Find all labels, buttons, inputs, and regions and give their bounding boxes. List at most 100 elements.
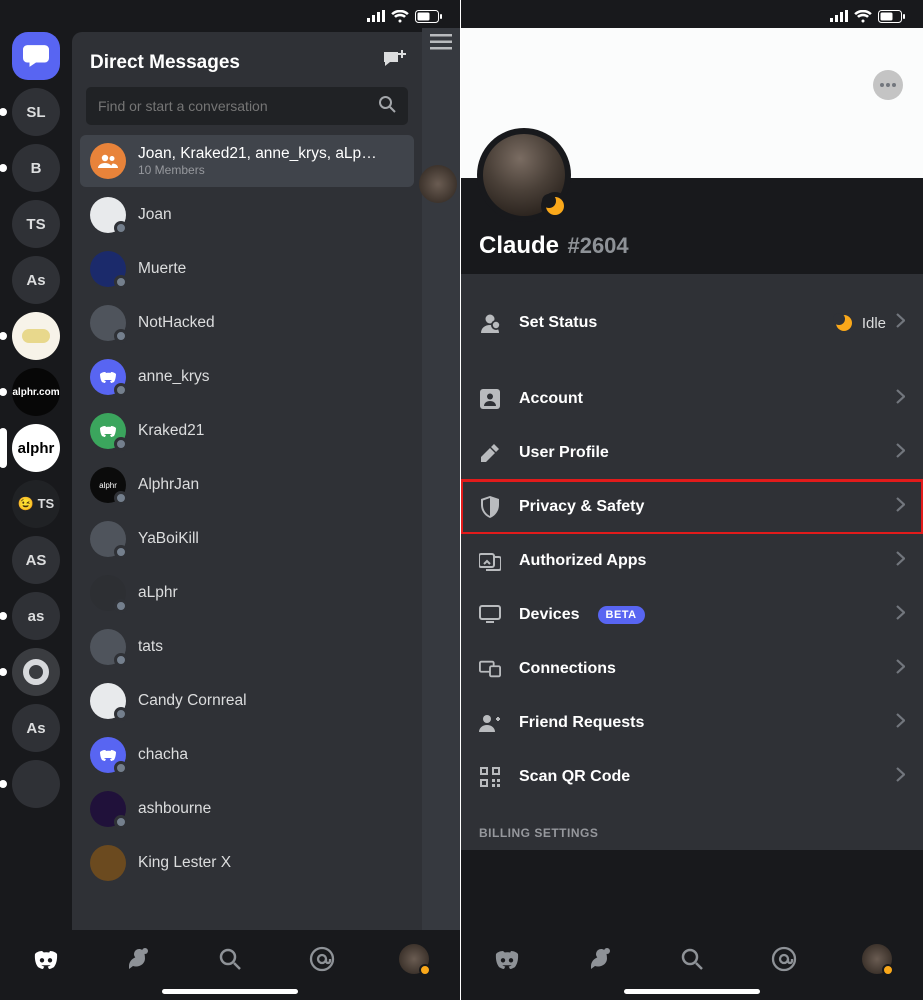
dm-row[interactable]: Joan bbox=[80, 189, 414, 241]
dm-row[interactable]: aLphr bbox=[80, 567, 414, 619]
status-bar bbox=[461, 0, 923, 28]
chevron-right-icon bbox=[896, 605, 905, 625]
screen-dm-list: SL B TS As alphr.com alphr 😉 TS AS as As… bbox=[0, 0, 461, 1000]
dm-row[interactable]: Candy Cornreal bbox=[80, 675, 414, 727]
nav-discord-icon[interactable] bbox=[24, 937, 68, 981]
username: Claude bbox=[479, 232, 559, 259]
dm-row[interactable]: ashbourne bbox=[80, 783, 414, 835]
search-icon bbox=[378, 95, 396, 118]
chevron-right-icon bbox=[896, 551, 905, 571]
user-avatar bbox=[90, 629, 126, 665]
dm-row[interactable]: Kraked21 bbox=[80, 405, 414, 457]
search-input[interactable] bbox=[98, 98, 368, 114]
nav-friends-icon[interactable] bbox=[116, 937, 160, 981]
apps-icon bbox=[479, 551, 501, 571]
monitor-icon bbox=[479, 605, 501, 625]
new-dm-icon[interactable] bbox=[382, 50, 406, 75]
dm-row[interactable]: King Lester X bbox=[80, 837, 414, 889]
privacy-safety-row[interactable]: Privacy & Safety bbox=[461, 480, 923, 534]
billing-section-title: BILLING SETTINGS bbox=[461, 804, 923, 850]
qr-icon bbox=[479, 767, 501, 787]
home-dm-button[interactable] bbox=[12, 32, 60, 80]
server-item[interactable]: 😉 TS bbox=[12, 480, 60, 528]
profile-avatar[interactable] bbox=[477, 128, 571, 222]
user-avatar bbox=[90, 521, 126, 557]
nav-search-icon[interactable] bbox=[208, 937, 252, 981]
chevron-right-icon bbox=[896, 767, 905, 787]
server-item[interactable] bbox=[12, 648, 60, 696]
user-avatar bbox=[90, 791, 126, 827]
server-item[interactable]: alphr bbox=[12, 424, 60, 472]
server-item[interactable]: B bbox=[12, 144, 60, 192]
server-item[interactable]: alphr.com bbox=[12, 368, 60, 416]
set-status-row[interactable]: Set Status Idle bbox=[461, 296, 923, 350]
dm-title: Direct Messages bbox=[90, 52, 240, 74]
status-idle-icon bbox=[541, 192, 569, 220]
dm-row[interactable]: Muerte bbox=[80, 243, 414, 295]
dm-panel: Direct Messages Joan, Kraked21, anne_kry… bbox=[72, 32, 422, 930]
account-row[interactable]: Account bbox=[461, 372, 923, 426]
authorized-apps-row[interactable]: Authorized Apps bbox=[461, 534, 923, 588]
scan-qr-row[interactable]: Scan QR Code bbox=[461, 750, 923, 804]
server-item[interactable]: SL bbox=[12, 88, 60, 136]
nav-friends-icon[interactable] bbox=[578, 937, 622, 981]
friend-requests-row[interactable]: Friend Requests bbox=[461, 696, 923, 750]
chevron-right-icon bbox=[896, 713, 905, 733]
dm-row[interactable]: anne_krys bbox=[80, 351, 414, 403]
chevron-right-icon bbox=[896, 497, 905, 517]
user-avatar bbox=[90, 737, 126, 773]
server-item[interactable] bbox=[12, 760, 60, 808]
server-item[interactable]: TS bbox=[12, 200, 60, 248]
profile-header: Claude #2604 bbox=[461, 178, 923, 274]
group-avatar-icon bbox=[90, 143, 126, 179]
user-profile-row[interactable]: User Profile bbox=[461, 426, 923, 480]
user-avatar bbox=[90, 251, 126, 287]
server-item[interactable]: As bbox=[12, 256, 60, 304]
shield-icon bbox=[479, 496, 501, 518]
chevron-right-icon bbox=[896, 389, 905, 409]
dm-subtitle: 10 Members bbox=[138, 163, 378, 177]
nav-discord-icon[interactable] bbox=[485, 937, 529, 981]
dm-search[interactable] bbox=[86, 87, 408, 125]
channel-peek bbox=[422, 28, 460, 930]
devices-row[interactable]: Devices BETA bbox=[461, 588, 923, 642]
dm-group-row[interactable]: Joan, Kraked21, anne_krys, aLph... 10 Me… bbox=[80, 135, 414, 187]
nav-mentions-icon[interactable] bbox=[300, 937, 344, 981]
beta-badge: BETA bbox=[598, 606, 645, 624]
user-avatar: alphr bbox=[90, 467, 126, 503]
user-avatar bbox=[90, 359, 126, 395]
server-rail: SL B TS As alphr.com alphr 😉 TS AS as As bbox=[0, 28, 72, 930]
battery-icon bbox=[415, 10, 442, 23]
server-item[interactable]: As bbox=[12, 704, 60, 752]
server-item[interactable] bbox=[12, 312, 60, 360]
dm-row[interactable]: tats bbox=[80, 621, 414, 673]
screen-user-settings: Claude #2604 Set Status Idle Account Use… bbox=[461, 0, 923, 1000]
signal-icon bbox=[830, 10, 848, 22]
server-item[interactable]: AS bbox=[12, 536, 60, 584]
status-bar bbox=[0, 0, 460, 28]
dm-list[interactable]: Joan, Kraked21, anne_krys, aLph... 10 Me… bbox=[72, 135, 422, 930]
nav-profile-button[interactable] bbox=[855, 937, 899, 981]
user-avatar bbox=[90, 197, 126, 233]
nav-search-icon[interactable] bbox=[670, 937, 714, 981]
user-avatar bbox=[90, 845, 126, 881]
battery-icon bbox=[878, 10, 905, 23]
dm-row[interactable]: alphrAlphrJan bbox=[80, 459, 414, 511]
user-avatar bbox=[90, 305, 126, 341]
server-item[interactable]: as bbox=[12, 592, 60, 640]
idle-icon bbox=[836, 315, 852, 331]
nav-profile-button[interactable] bbox=[392, 937, 436, 981]
bottom-nav bbox=[461, 930, 923, 1000]
connections-row[interactable]: Connections bbox=[461, 642, 923, 696]
more-button[interactable] bbox=[873, 70, 903, 100]
user-avatar bbox=[90, 413, 126, 449]
hamburger-icon[interactable] bbox=[430, 34, 452, 55]
status-icon bbox=[479, 312, 501, 334]
wifi-icon bbox=[391, 10, 409, 23]
dm-row[interactable]: NotHacked bbox=[80, 297, 414, 349]
dm-row[interactable]: chacha bbox=[80, 729, 414, 781]
nav-mentions-icon[interactable] bbox=[762, 937, 806, 981]
wifi-icon bbox=[854, 10, 872, 23]
chevron-right-icon bbox=[896, 659, 905, 679]
dm-row[interactable]: YaBoiKill bbox=[80, 513, 414, 565]
